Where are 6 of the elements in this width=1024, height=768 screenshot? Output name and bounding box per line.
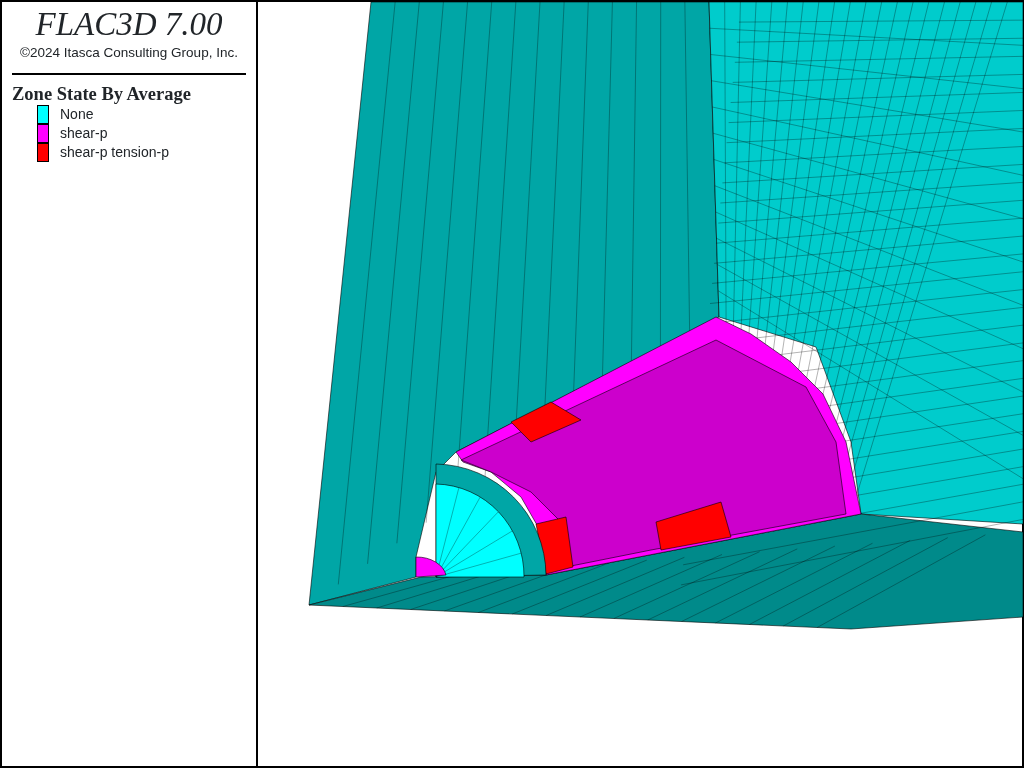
legend-label: None: [60, 105, 94, 125]
legend-title: Zone State By Average: [12, 83, 192, 106]
copyright-text: ©2024 Itasca Consulting Group, Inc.: [19, 44, 239, 62]
legend-label: shear-p: [60, 124, 108, 144]
legend-label: shear-p tension-p: [60, 143, 169, 163]
app-title: FLAC3D 7.00: [34, 6, 224, 42]
